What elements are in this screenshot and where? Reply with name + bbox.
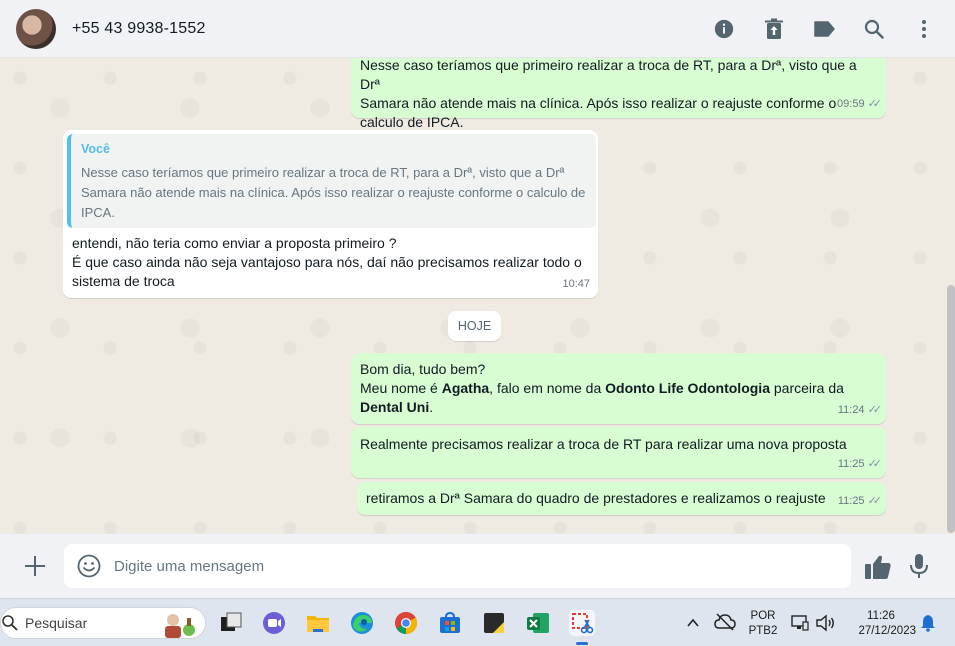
plus-icon[interactable] xyxy=(20,551,50,581)
message-bubble-outgoing[interactable]: Bom dia, tudo bem? Meu nome é Agatha, fa… xyxy=(351,353,886,424)
thumbs-up-icon[interactable] xyxy=(864,554,892,580)
label-icon[interactable] xyxy=(809,14,839,44)
language-code: POR xyxy=(750,610,776,622)
chat-scrollbar[interactable] xyxy=(947,285,955,533)
day-divider: HOJE xyxy=(448,311,501,341)
message-bubble-outgoing[interactable]: Nesse caso teríamos que primeiro realiza… xyxy=(351,58,886,130)
message-time: 11:24 xyxy=(837,404,865,416)
contact-name[interactable]: +55 43 9938-1552 xyxy=(72,20,206,38)
message-bubble-outgoing[interactable]: retiramos a Drª Samara do quadro de pres… xyxy=(357,482,886,515)
message-time: 11:25 xyxy=(837,458,865,470)
read-receipt-icon: ✓✓ xyxy=(867,495,883,507)
quoted-text: Nesse caso teríamos que primeiro realiza… xyxy=(81,165,586,220)
menu-icon[interactable] xyxy=(909,14,939,44)
taskbar-search-placeholder: Pesquisar xyxy=(25,615,88,631)
bold-run: Odonto Life Odontologia xyxy=(605,380,770,396)
read-receipt-icon: ✓✓ xyxy=(867,404,883,416)
input-language-indicator[interactable]: POR PTB2 xyxy=(748,609,778,639)
taskbar-clock[interactable]: 11:26 27/12/2023 xyxy=(846,609,916,639)
notification-bell-icon[interactable] xyxy=(920,614,936,632)
text-run: , falo em nome da xyxy=(489,380,606,396)
message-text: Nesse caso teríamos que primeiro realiza… xyxy=(360,58,857,130)
message-text: entendi, não teria como enviar a propost… xyxy=(72,235,582,289)
chevron-up-icon[interactable] xyxy=(686,616,700,630)
info-icon[interactable] xyxy=(709,14,739,44)
windows-taskbar: Pesquisar POR PTB2 11:26 27/12/2023 xyxy=(0,598,955,646)
bold-run: Dental Uni xyxy=(360,399,430,415)
message-meta: 10:47 xyxy=(562,275,590,294)
file-explorer-icon[interactable] xyxy=(305,610,331,636)
emoji-icon[interactable] xyxy=(77,554,101,578)
keyboard-layout: PTB2 xyxy=(748,625,778,637)
message-text: Bom dia, tudo bem? Meu nome é Agatha, fa… xyxy=(360,360,877,417)
message-input-container[interactable] xyxy=(64,544,851,588)
message-line: Bom dia, tudo bem? xyxy=(360,361,486,377)
teams-chat-icon[interactable] xyxy=(261,610,287,636)
chrome-browser-icon[interactable] xyxy=(393,610,419,636)
message-meta: 11:25 ✓✓ xyxy=(837,492,883,511)
message-meta: 11:24 ✓✓ xyxy=(837,401,883,420)
message-line: Meu nome é Agatha, falo em nome da Odont… xyxy=(360,379,877,398)
contact-avatar[interactable] xyxy=(16,8,56,49)
header-actions xyxy=(709,14,939,44)
search-highlight-illustration xyxy=(165,614,195,638)
taskbar-search[interactable]: Pesquisar xyxy=(0,607,206,639)
search-icon xyxy=(2,615,18,631)
message-meta: 11:25 ✓✓ xyxy=(837,455,883,474)
delete-icon[interactable] xyxy=(759,14,789,44)
search-icon[interactable] xyxy=(859,14,889,44)
task-view-icon[interactable] xyxy=(218,610,244,636)
sticky-notes-icon[interactable] xyxy=(481,610,507,636)
microphone-icon[interactable] xyxy=(908,553,930,579)
message-text: Realmente precisamos realizar a troca de… xyxy=(360,436,847,452)
chat-header: +55 43 9938-1552 xyxy=(0,0,955,58)
clock-time: 11:26 xyxy=(867,610,895,622)
message-input[interactable] xyxy=(114,544,834,588)
message-bubble-incoming[interactable]: Você Nesse caso teríamos que primeiro re… xyxy=(63,130,598,298)
quoted-message[interactable]: Você Nesse caso teríamos que primeiro re… xyxy=(67,134,596,228)
volume-icon[interactable] xyxy=(815,614,835,632)
message-meta: 09:59 ✓✓ xyxy=(837,95,883,114)
message-bubble-outgoing[interactable]: Realmente precisamos realizar a troca de… xyxy=(351,427,886,478)
display-network-icon[interactable] xyxy=(791,614,809,632)
message-time: 11:25 xyxy=(837,495,865,507)
onedrive-offline-icon[interactable] xyxy=(714,613,736,631)
edge-browser-icon[interactable] xyxy=(349,610,375,636)
text-run: parceira da xyxy=(769,380,844,396)
message-line: Dental Uni. xyxy=(360,398,877,417)
message-text: retiramos a Drª Samara do quadro de pres… xyxy=(366,490,826,506)
message-time: 09:59 xyxy=(837,98,865,110)
microsoft-store-icon[interactable] xyxy=(437,610,463,636)
read-receipt-icon: ✓✓ xyxy=(867,458,883,470)
snipping-tool-icon[interactable] xyxy=(569,610,595,645)
read-receipt-icon: ✓✓ xyxy=(867,98,883,110)
message-list[interactable]: Nesse caso teríamos que primeiro realiza… xyxy=(0,58,955,534)
excel-icon[interactable] xyxy=(525,610,551,636)
message-time: 10:47 xyxy=(562,278,590,290)
composer-bar xyxy=(0,534,955,598)
text-run: Meu nome é xyxy=(360,380,442,396)
clock-date: 27/12/2023 xyxy=(858,625,916,637)
text-run: . xyxy=(429,399,434,415)
quoted-author: Você xyxy=(81,142,110,156)
bold-run: Agatha xyxy=(441,380,490,396)
